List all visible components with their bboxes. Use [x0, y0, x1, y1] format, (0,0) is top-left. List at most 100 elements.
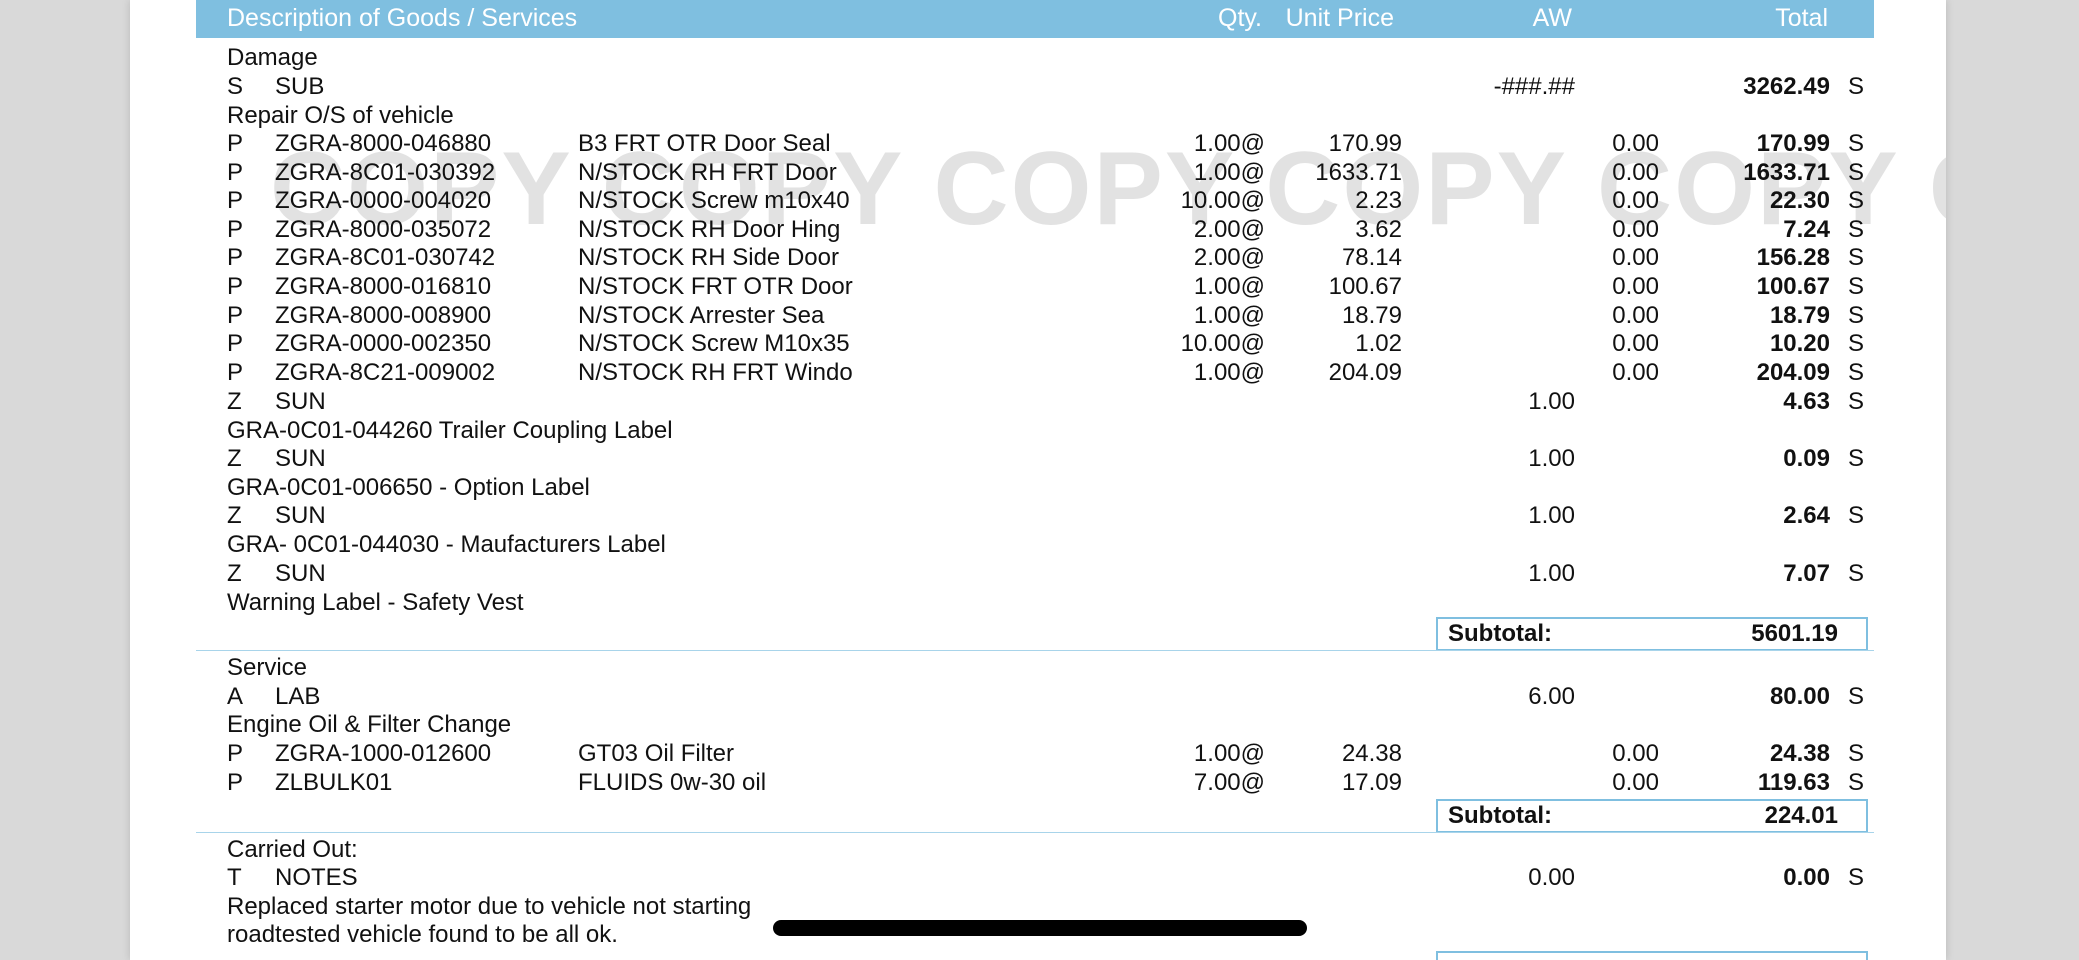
part-description: N/STOCK RH Side Door — [578, 244, 839, 272]
line-total: 80.00 — [1769, 683, 1830, 710]
line-tax: S — [1848, 683, 1865, 710]
header-description: Description of Goods / Services — [227, 4, 578, 32]
part-tax: S — [1848, 301, 1865, 329]
part-aw: 0.00 — [1612, 187, 1659, 215]
part-total: 18.79 — [1769, 301, 1830, 329]
line-note: Repair O/S of vehicle — [227, 102, 454, 129]
part-unit-price: 17.09 — [1341, 768, 1402, 796]
line-code: SUN — [275, 445, 326, 473]
subtotal-label: Subtotal: — [1448, 620, 1552, 647]
part-description: N/STOCK Screw M10x35 — [578, 330, 850, 358]
header-total: Total — [1775, 4, 1828, 32]
line-aw: 1.00 — [1528, 502, 1575, 530]
line-tax: S — [1848, 445, 1865, 473]
part-total: 10.20 — [1769, 330, 1830, 358]
line-aw: 0.00 — [1528, 864, 1575, 891]
part-unit-price: 18.79 — [1341, 301, 1402, 329]
line-total: 7.07 — [1783, 559, 1830, 587]
line-type: P — [227, 273, 244, 300]
part-unit-price: 204.09 — [1328, 358, 1402, 386]
line-tax: S — [1848, 864, 1865, 891]
line-code: NOTES — [275, 864, 358, 891]
part-aw: 0.00 — [1612, 740, 1659, 767]
line-note: GRA-0C01-006650 - Option Label — [227, 474, 590, 502]
table-header: Description of Goods / Services Qty. Uni… — [196, 0, 1874, 38]
invoice-page: Description of Goods / Services Qty. Uni… — [130, 0, 1946, 960]
part-description: N/STOCK RH FRT Windo — [578, 358, 853, 386]
line-type: Z — [227, 445, 242, 473]
line-tax: S — [1848, 502, 1865, 530]
line-aw: 1.00 — [1528, 388, 1575, 415]
line-total: 0.09 — [1783, 445, 1830, 473]
part-qty: 1.00@ — [1193, 273, 1265, 300]
part-total: 170.99 — [1756, 130, 1830, 157]
line-total: 3262.49 — [1743, 73, 1830, 100]
part-unit-price: 3.62 — [1355, 215, 1402, 243]
part-description: N/STOCK Screw m10x40 — [578, 187, 850, 215]
part-aw: 0.00 — [1612, 273, 1659, 300]
line-code: SUN — [275, 559, 326, 587]
part-unit-price: 2.23 — [1355, 187, 1402, 215]
part-tax: S — [1848, 215, 1865, 243]
part-unit-price: 1633.71 — [1315, 158, 1402, 186]
part-qty: 1.00@ — [1193, 158, 1265, 186]
home-indicator[interactable] — [773, 920, 1307, 936]
line-type: Z — [227, 559, 242, 587]
line-note: Replaced starter motor due to vehicle no… — [227, 893, 752, 920]
section-divider — [196, 650, 1874, 651]
part-qty: 1.00@ — [1193, 301, 1265, 329]
part-qty: 1.00@ — [1193, 740, 1265, 767]
section-title: Service — [227, 654, 308, 681]
part-tax: S — [1848, 273, 1865, 300]
part-unit-price: 24.38 — [1341, 740, 1402, 767]
line-tax: S — [1848, 73, 1865, 100]
part-qty: 1.00@ — [1193, 358, 1265, 386]
part-code: ZGRA-8000-046880 — [275, 130, 492, 157]
part-code: ZGRA-8C01-030742 — [275, 244, 496, 272]
part-aw: 0.00 — [1612, 768, 1659, 796]
line-type: P — [227, 740, 244, 767]
section-divider — [196, 832, 1874, 833]
section-title: Damage — [227, 44, 318, 71]
part-description: N/STOCK Arrester Sea — [578, 301, 825, 329]
part-description: N/STOCK RH Door Hing — [578, 215, 841, 243]
part-total: 119.63 — [1757, 768, 1830, 796]
line-type: P — [227, 215, 244, 243]
line-note: GRA-0C01-044260 Trailer Coupling Label — [227, 417, 673, 444]
part-tax: S — [1848, 740, 1865, 767]
part-qty: 1.00@ — [1193, 130, 1265, 157]
line-total: 4.63 — [1783, 388, 1830, 415]
part-unit-price: 1.02 — [1355, 330, 1402, 358]
line-type: P — [227, 130, 244, 157]
part-total: 156.28 — [1756, 244, 1830, 272]
part-code: ZGRA-0000-004020 — [275, 187, 492, 215]
part-aw: 0.00 — [1612, 215, 1659, 243]
line-aw: -###.## — [1493, 73, 1575, 100]
line-total: 2.64 — [1783, 502, 1830, 530]
line-aw: 1.00 — [1528, 559, 1575, 587]
part-code: ZLBULK01 — [275, 768, 393, 796]
line-type: T — [227, 864, 242, 891]
part-code: ZGRA-8C21-009002 — [275, 358, 496, 386]
part-qty: 7.00@ — [1193, 768, 1265, 796]
part-tax: S — [1848, 158, 1865, 186]
line-note: Engine Oil & Filter Change — [227, 711, 512, 738]
part-code: ZGRA-8000-035072 — [275, 215, 492, 243]
section-title: Carried Out: — [227, 836, 358, 863]
part-tax: S — [1848, 187, 1865, 215]
part-code: ZGRA-1000-012600 — [275, 740, 492, 767]
header-aw: AW — [1532, 4, 1572, 32]
line-aw: 1.00 — [1528, 445, 1575, 473]
line-tax: S — [1848, 388, 1865, 415]
part-code: ZGRA-8000-016810 — [275, 273, 492, 300]
line-type: P — [227, 768, 244, 796]
part-aw: 0.00 — [1612, 330, 1659, 358]
part-code: ZGRA-8000-008900 — [275, 301, 492, 329]
line-code: SUN — [275, 388, 326, 415]
part-tax: S — [1848, 358, 1865, 386]
part-description: GT03 Oil Filter — [578, 740, 735, 767]
subtotal-value: 5601.19 — [1751, 620, 1838, 647]
part-code: ZGRA-0000-002350 — [275, 330, 492, 358]
part-aw: 0.00 — [1612, 158, 1659, 186]
part-qty: 2.00@ — [1193, 215, 1265, 243]
